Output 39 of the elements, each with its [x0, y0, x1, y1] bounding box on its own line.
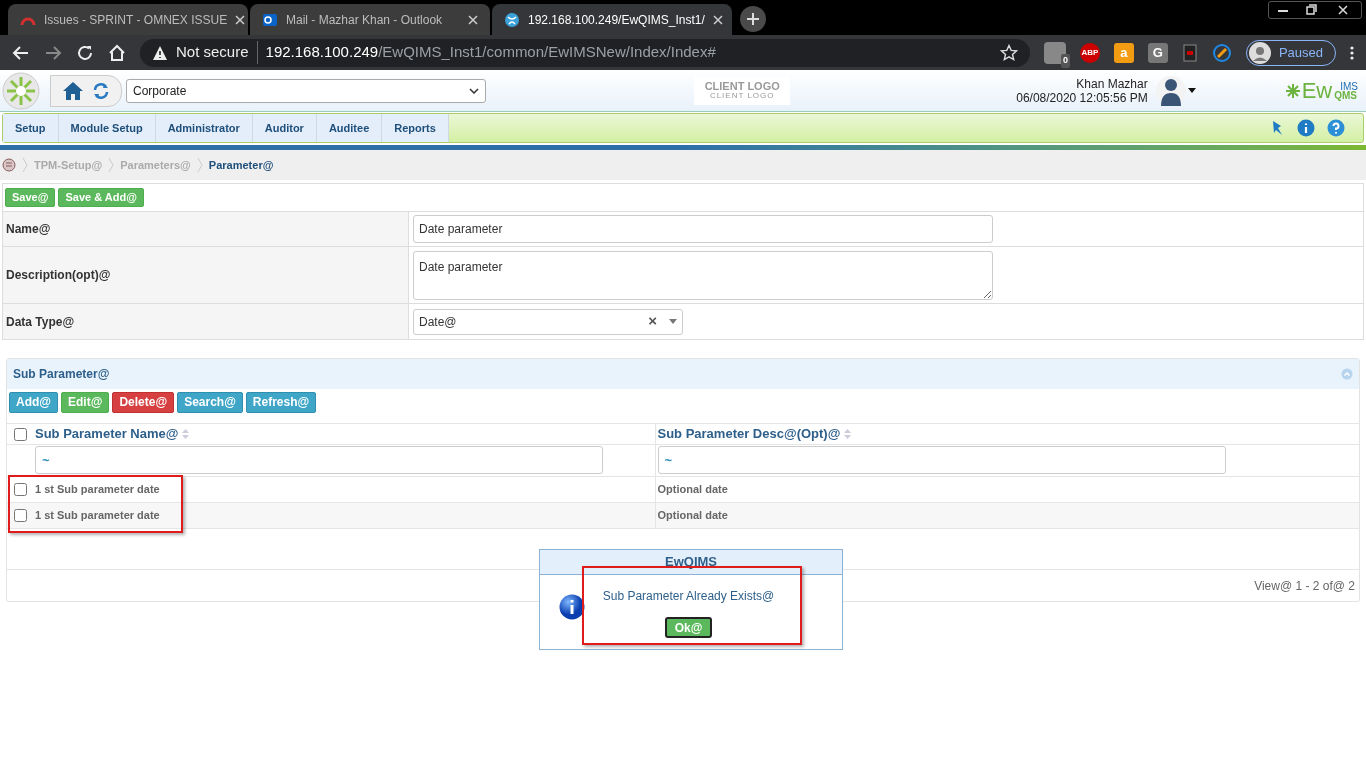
extension-button[interactable]: ABP: [1079, 42, 1100, 63]
extension-button[interactable]: G: [1147, 42, 1168, 63]
browser-tab[interactable]: 192.168.100.249/EwQIMS_Inst1/: [492, 4, 732, 35]
browser-tab[interactable]: Mail - Mazhar Khan - Outlook: [250, 4, 490, 35]
menu-item[interactable]: Module Setup: [58, 114, 156, 142]
extension-badge: 0: [1060, 54, 1070, 68]
client-logo: CLIENT LOGO CLIENT LOGO: [694, 76, 791, 105]
toolbar-button[interactable]: Delete@: [112, 391, 175, 413]
filter-input[interactable]: ~: [35, 446, 603, 474]
name-input[interactable]: Date parameter: [413, 215, 993, 243]
table-cell: Optional date: [657, 483, 728, 495]
field-label: Data Type@: [6, 313, 75, 331]
menu-item[interactable]: Administrator: [155, 114, 253, 142]
table-cell: 1 st Sub parameter date: [35, 483, 160, 495]
pager-text: View@ 1 - 2 of@ 2: [1254, 578, 1355, 595]
menu-item[interactable]: Reports: [382, 114, 449, 142]
clear-button[interactable]: ×: [648, 310, 657, 333]
menu-item[interactable]: Setup: [3, 114, 59, 142]
column-header[interactable]: Sub Parameter Desc@(Opt)@: [657, 424, 852, 444]
panel-title: Sub Parameter@: [13, 366, 110, 383]
column-header[interactable]: Sub Parameter Name@: [35, 424, 190, 444]
field-label: Description(opt)@: [6, 267, 111, 284]
breadcrumb-item: Parameter@: [208, 157, 274, 173]
table-cell: 1 st Sub parameter date: [35, 509, 160, 521]
description-input[interactable]: Date parameter: [413, 250, 993, 300]
url-text[interactable]: 192.168.100.249/EwQIMS_Inst1/common/EwIMSNew/Index/Index#: [265, 41, 716, 64]
date-time: 06/08/2020 12:05:56 PM: [1016, 90, 1148, 105]
security-label[interactable]: Not secure: [176, 41, 258, 64]
dialog-message: Sub Parameter Already Exists@: [602, 588, 775, 605]
data-type-dropdown[interactable]: Date@ ×: [413, 308, 683, 335]
menu-item[interactable]: Auditor: [252, 114, 317, 142]
organization-dropdown[interactable]: Corporate: [126, 78, 486, 103]
dialog-title: EwQIMS: [665, 553, 717, 572]
table-cell: Optional date: [657, 509, 728, 521]
filter-input[interactable]: ~: [657, 446, 1226, 474]
user-name: Khan Mazhar: [1076, 76, 1148, 91]
field-label: Name@: [6, 221, 51, 238]
browser-tab[interactable]: Issues - SPRINT - OMNEX ISSUE: [8, 4, 248, 35]
menu-item[interactable]: Auditee: [316, 114, 383, 142]
